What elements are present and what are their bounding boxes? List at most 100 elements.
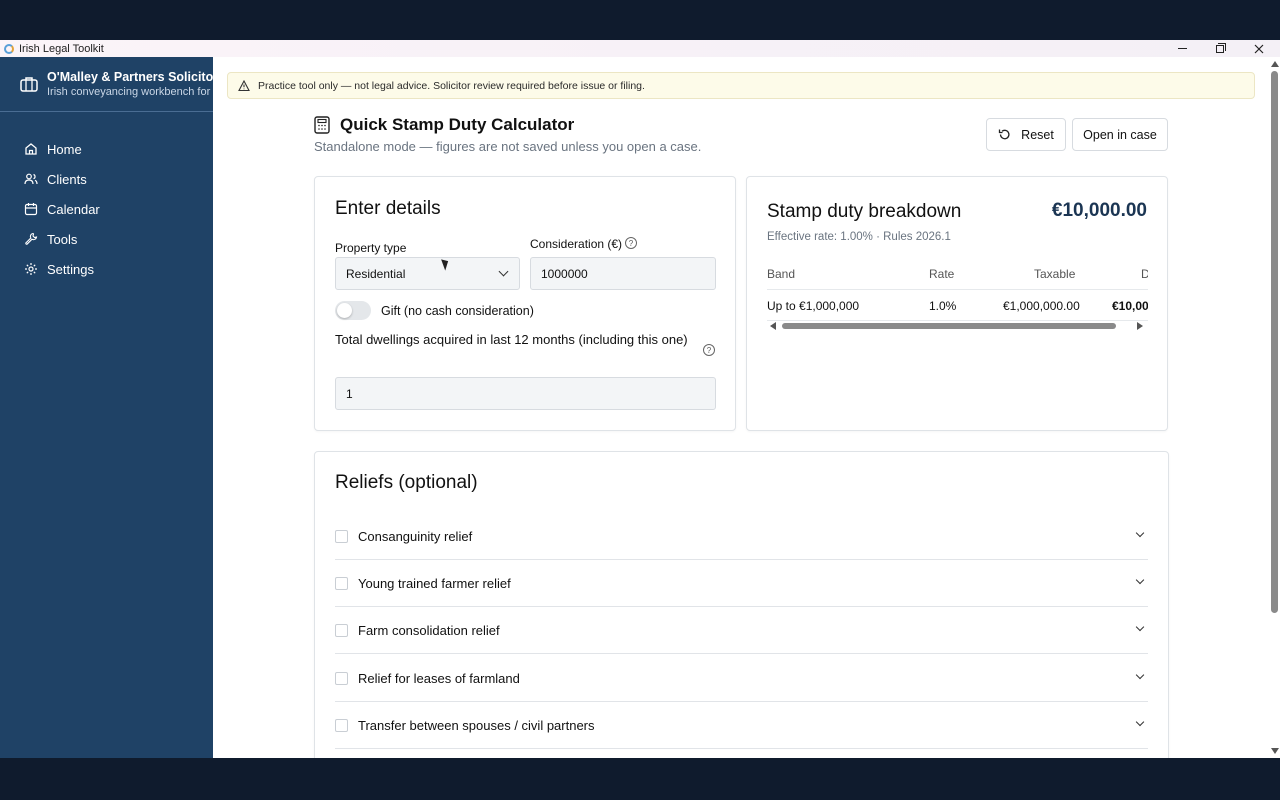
table-row: Up to €1,000,000 1.0% €1,000,000.00 €10,… — [767, 289, 1148, 321]
restore-icon — [1216, 42, 1226, 53]
chevron-down-icon[interactable] — [1135, 622, 1145, 632]
page-title: Quick Stamp Duty Calculator — [340, 115, 575, 134]
sidebar-item-calendar[interactable]: Calendar — [0, 194, 213, 224]
relief-checkbox[interactable] — [335, 719, 348, 732]
calendar-icon — [24, 203, 38, 216]
relief-label: Relief for leases of farmland — [358, 671, 520, 686]
chevron-down-icon — [498, 266, 509, 277]
briefcase-icon — [20, 77, 38, 92]
table-horizontal-scrollbar[interactable] — [767, 321, 1148, 331]
column-header-taxable: Taxable — [1034, 267, 1076, 281]
close-button[interactable] — [1240, 40, 1278, 57]
relief-checkbox[interactable] — [335, 577, 348, 590]
sidebar-item-label: Clients — [47, 171, 87, 187]
rate-cell: 1.0% — [929, 299, 957, 313]
duty-cell: €10,000.00 — [1112, 299, 1148, 313]
open-in-case-button[interactable]: Open in case — [1072, 118, 1168, 151]
dwellings-input[interactable]: 1 — [335, 377, 716, 410]
relief-farm-consolidation[interactable]: Farm consolidation relief — [335, 607, 1148, 654]
relief-young-trained-farmer[interactable]: Young trained farmer relief — [335, 560, 1148, 607]
dwellings-label: Total dwellings acquired in last 12 mont… — [335, 332, 688, 347]
sidebar-item-home[interactable]: Home — [0, 134, 213, 164]
breakdown-total: €10,000.00 — [1051, 200, 1147, 221]
window-title: Irish Legal Toolkit — [19, 42, 104, 55]
sidebar-item-tools[interactable]: Tools — [0, 224, 213, 254]
column-header-rate: Rate — [929, 267, 955, 281]
relief-checkbox[interactable] — [335, 624, 348, 637]
consideration-input[interactable]: 1000000 — [530, 257, 716, 290]
relief-label: Transfer between spouses / civil partner… — [358, 718, 595, 733]
chevron-down-icon[interactable] — [1135, 717, 1145, 727]
minimize-icon — [1177, 48, 1187, 49]
sidebar-item-label: Tools — [47, 231, 78, 247]
sidebar-nav: Home Clients Calendar Tools Settings — [0, 112, 213, 284]
desktop-top-bar — [0, 0, 1280, 40]
close-icon — [1254, 44, 1264, 53]
main-content: Practice tool only — not legal advice. S… — [213, 57, 1269, 758]
details-heading: Enter details — [335, 198, 441, 219]
chevron-down-icon[interactable] — [1135, 670, 1145, 680]
gift-label: Gift (no cash consideration) — [381, 304, 534, 318]
page-header: Quick Stamp Duty Calculator — [314, 115, 574, 135]
minimize-button[interactable] — [1163, 40, 1201, 57]
property-type-select[interactable]: Residential — [335, 257, 520, 290]
relief-checkbox[interactable] — [335, 530, 348, 543]
consideration-value: 1000000 — [541, 266, 588, 281]
relief-label: Consanguinity relief — [358, 529, 473, 544]
wrench-icon — [25, 232, 38, 245]
property-type-label: Property type — [335, 241, 407, 255]
scroll-down-icon[interactable] — [1271, 748, 1279, 754]
maximize-button[interactable] — [1201, 40, 1239, 57]
toggle-knob — [337, 303, 352, 318]
reliefs-card: Reliefs (optional) Consanguinity relief … — [314, 451, 1169, 758]
sidebar-item-settings[interactable]: Settings — [0, 254, 213, 284]
reliefs-heading: Reliefs (optional) — [335, 472, 478, 493]
brand-subtitle: Irish conveyancing workbench for sma — [47, 86, 213, 98]
warning-icon — [238, 79, 250, 91]
relief-checkbox[interactable] — [335, 672, 348, 685]
desktop-bottom-bar — [0, 758, 1280, 800]
scroll-thumb[interactable] — [1271, 71, 1278, 613]
reset-icon — [999, 129, 1010, 140]
banner-text: Practice tool only — not legal advice. S… — [258, 79, 645, 92]
relief-spouses-civil-partners[interactable]: Transfer between spouses / civil partner… — [335, 702, 1148, 749]
disclaimer-banner: Practice tool only — not legal advice. S… — [227, 72, 1255, 99]
main-vertical-scrollbar[interactable] — [1269, 57, 1280, 758]
reset-button[interactable]: Reset — [986, 118, 1066, 151]
consideration-label: Consideration (€) — [530, 237, 623, 251]
band-cell: Up to €1,000,000 — [767, 299, 860, 313]
sidebar-item-label: Calendar — [47, 201, 100, 217]
home-icon — [25, 143, 37, 155]
dwellings-help-icon[interactable]: ? — [703, 344, 715, 356]
column-header-duty: D — [1141, 267, 1148, 281]
dwellings-value: 1 — [346, 386, 353, 401]
property-type-value: Residential — [346, 266, 406, 281]
brand: O'Malley & Partners Solicitors Irish con… — [0, 57, 213, 112]
users-icon — [24, 173, 38, 185]
window-titlebar: Irish Legal Toolkit — [0, 40, 1280, 57]
scroll-left-icon[interactable] — [770, 322, 776, 330]
scroll-right-icon[interactable] — [1137, 322, 1143, 330]
scroll-up-icon[interactable] — [1271, 61, 1279, 67]
relief-label: Farm consolidation relief — [358, 623, 500, 638]
enter-details-card: Enter details Property type Residential … — [314, 176, 736, 431]
gear-icon — [25, 263, 37, 275]
relief-leases-farmland[interactable]: Relief for leases of farmland — [335, 655, 1148, 702]
reset-label: Reset — [1021, 127, 1054, 142]
chevron-down-icon[interactable] — [1135, 528, 1145, 538]
sidebar-item-label: Settings — [47, 261, 94, 277]
breakdown-subtitle: Effective rate: 1.00% · Rules 2026.1 — [767, 231, 951, 243]
sidebar: O'Malley & Partners Solicitors Irish con… — [0, 57, 213, 758]
gift-toggle[interactable] — [335, 301, 371, 320]
taxable-cell: €1,000,000.00 — [1003, 299, 1080, 313]
sidebar-item-clients[interactable]: Clients — [0, 164, 213, 194]
brand-name: O'Malley & Partners Solicitors — [47, 70, 213, 84]
open-in-case-label: Open in case — [1083, 127, 1157, 142]
consideration-help-icon[interactable]: ? — [625, 237, 637, 249]
chevron-down-icon[interactable] — [1135, 575, 1145, 585]
app-window: Irish Legal Toolkit O'Malley & Partners … — [0, 40, 1280, 758]
scroll-thumb[interactable] — [782, 323, 1116, 329]
relief-consanguinity[interactable]: Consanguinity relief — [335, 513, 1148, 560]
page-subtitle: Standalone mode — figures are not saved … — [314, 139, 702, 154]
column-header-band: Band — [767, 267, 796, 281]
